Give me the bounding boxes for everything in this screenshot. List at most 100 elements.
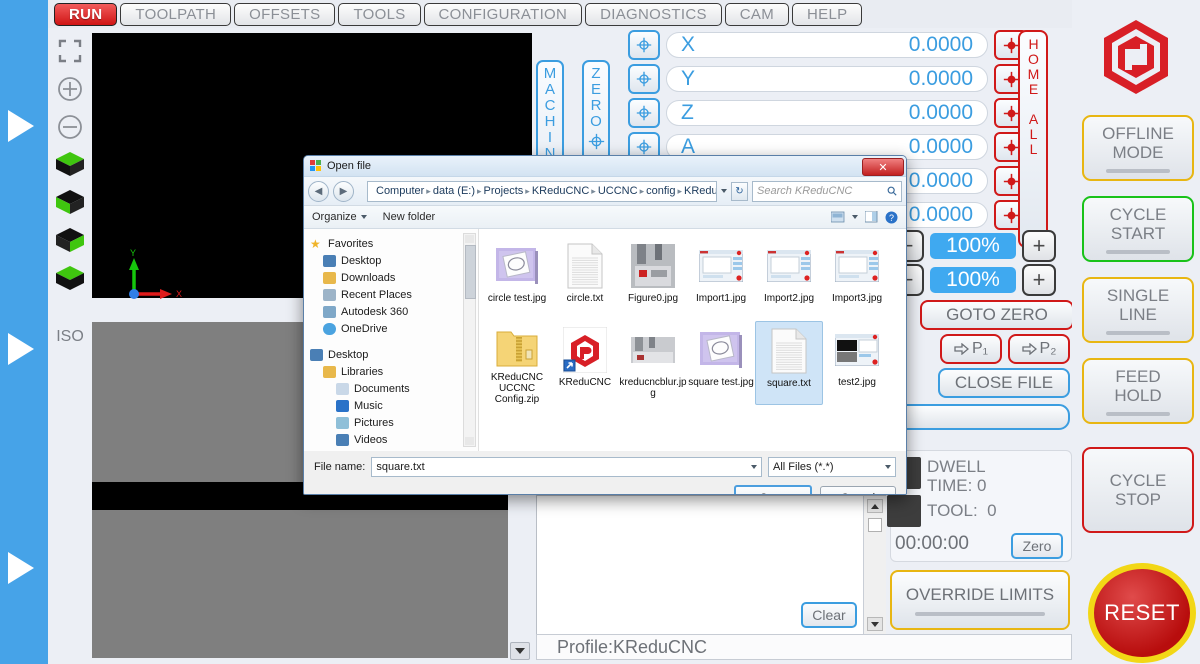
view-front-cube-icon[interactable] bbox=[54, 188, 86, 216]
tree-item-recent-places[interactable]: Recent Places bbox=[310, 286, 478, 303]
tab-help[interactable]: HELP bbox=[792, 2, 863, 26]
organize-menu[interactable]: Organize bbox=[312, 211, 367, 223]
tree-scroll-thumb[interactable] bbox=[465, 245, 476, 299]
view-iso-cube-icon[interactable] bbox=[54, 264, 86, 292]
tree-item-autodesk-360[interactable]: Autodesk 360 bbox=[310, 303, 478, 320]
tree-item-downloads[interactable]: Downloads bbox=[310, 269, 478, 286]
breadcrumb-dropdown-icon[interactable] bbox=[721, 189, 727, 193]
fit-to-screen-icon[interactable] bbox=[57, 38, 83, 64]
cancel-button[interactable]: Cancel bbox=[820, 486, 896, 494]
tab-toolpath[interactable]: TOOLPATH bbox=[120, 2, 232, 26]
override-2-plus[interactable]: + bbox=[1022, 264, 1056, 296]
dro-field-z[interactable]: Z 0.0000 bbox=[666, 100, 988, 126]
view-options-icon[interactable] bbox=[831, 211, 845, 223]
tree-item-videos[interactable]: Videos bbox=[310, 431, 478, 448]
tree-scroll-down[interactable] bbox=[465, 437, 474, 445]
filename-dropdown-icon[interactable] bbox=[751, 465, 757, 469]
file-item[interactable]: Figure0.jpg bbox=[619, 237, 687, 321]
file-item[interactable]: square test.jpg bbox=[687, 321, 755, 405]
help-icon[interactable]: ? bbox=[885, 211, 898, 224]
breadcrumb-item[interactable]: Projects bbox=[482, 185, 526, 197]
tab-configuration[interactable]: CONFIGURATION bbox=[423, 2, 583, 26]
file-item[interactable]: Import1.jpg bbox=[687, 237, 755, 321]
tree-item-pictures[interactable]: Pictures bbox=[310, 414, 478, 431]
view-options-dropdown-icon[interactable] bbox=[852, 215, 858, 219]
breadcrumb-item[interactable]: Computer bbox=[374, 185, 426, 197]
close-file-button[interactable]: CLOSE FILE bbox=[938, 368, 1070, 398]
open-button[interactable]: Open bbox=[734, 485, 812, 494]
file-item[interactable]: Import2.jpg bbox=[755, 237, 823, 321]
scroll-up-button[interactable] bbox=[867, 499, 883, 513]
message-log-panel[interactable]: Clear bbox=[536, 495, 886, 635]
control-button-cycle-stop[interactable]: CYCLE STOP bbox=[1082, 447, 1194, 533]
tree-item-homegroup[interactable]: Homegroup bbox=[310, 448, 478, 451]
message-log-scrollbar[interactable] bbox=[863, 496, 886, 634]
goto-zero-button[interactable]: GOTO ZERO bbox=[920, 300, 1074, 330]
file-item[interactable]: KReduCNC UCCNC Config.zip bbox=[483, 321, 551, 405]
preview-scroll-gutter[interactable] bbox=[508, 482, 532, 664]
home-all-button[interactable]: HOME ALL bbox=[1018, 30, 1048, 248]
view-top-cube-icon[interactable] bbox=[54, 150, 86, 178]
file-item[interactable]: Import3.jpg bbox=[823, 237, 891, 321]
file-list[interactable]: circle test.jpg circle.txt Figure0.jpg Impo… bbox=[479, 229, 906, 451]
breadcrumb-item[interactable]: KReduCNC bbox=[682, 185, 716, 197]
tree-scroll-up[interactable] bbox=[465, 235, 474, 243]
file-type-dropdown-icon[interactable] bbox=[885, 465, 891, 469]
reset-button[interactable]: RESET bbox=[1088, 563, 1196, 663]
tree-item-documents[interactable]: Documents bbox=[310, 380, 478, 397]
filename-input[interactable]: square.txt bbox=[371, 457, 762, 477]
p1-button[interactable]: P₁ bbox=[940, 334, 1002, 364]
zoom-out-icon[interactable] bbox=[56, 113, 84, 141]
file-item[interactable]: kreducncblur.jpg bbox=[619, 321, 687, 405]
rail-arrow-1[interactable] bbox=[8, 110, 34, 142]
scroll-down-button[interactable] bbox=[510, 642, 530, 660]
override-1-value[interactable]: 100% bbox=[930, 233, 1016, 259]
control-button-cycle-start[interactable]: CYCLE START bbox=[1082, 196, 1194, 262]
file-item[interactable]: circle.txt bbox=[551, 237, 619, 321]
file-item[interactable]: square.txt bbox=[755, 321, 823, 405]
control-button-single-line[interactable]: SINGLE LINE bbox=[1082, 277, 1194, 343]
control-button-offline-mode[interactable]: OFFLINE MODE bbox=[1082, 115, 1194, 181]
zero-y-button[interactable] bbox=[628, 64, 660, 94]
tree-item-music[interactable]: Music bbox=[310, 397, 478, 414]
open-file-dialog[interactable]: Open file ✕ ◀ ▶ Computer ▸ data (E:) ▸ Proje… bbox=[303, 155, 907, 495]
preview-pane-icon[interactable] bbox=[865, 211, 878, 223]
file-type-select[interactable]: All Files (*.*) bbox=[768, 457, 896, 477]
zero-z-button[interactable] bbox=[628, 98, 660, 128]
dialog-title-bar[interactable]: Open file ✕ bbox=[304, 156, 906, 177]
forward-arrow-icon[interactable]: ▶ bbox=[333, 180, 354, 202]
clear-messages-button[interactable]: Clear bbox=[801, 602, 857, 628]
breadcrumb-item[interactable]: UCCNC bbox=[596, 185, 640, 197]
override-2-value[interactable]: 100% bbox=[930, 267, 1016, 293]
dialog-close-button[interactable]: ✕ bbox=[862, 158, 904, 176]
tree-item-desktop[interactable]: Desktop bbox=[310, 252, 478, 269]
tab-run[interactable]: RUN bbox=[54, 2, 118, 26]
tree-item-onedrive[interactable]: OneDrive bbox=[310, 320, 478, 337]
view-side-cube-icon[interactable] bbox=[54, 226, 86, 254]
tab-cam[interactable]: CAM bbox=[724, 2, 790, 26]
file-item[interactable]: circle test.jpg bbox=[483, 237, 551, 321]
p2-button[interactable]: P₂ bbox=[1008, 334, 1070, 364]
file-item[interactable]: test2.jpg bbox=[823, 321, 891, 405]
breadcrumb-item[interactable]: config bbox=[644, 185, 677, 197]
tree-item-favorites[interactable]: ★ Favorites bbox=[310, 235, 478, 252]
scroll-down-button[interactable] bbox=[867, 617, 883, 631]
breadcrumb[interactable]: Computer ▸ data (E:) ▸ Projects ▸ KReduCNC ▸ UCC… bbox=[367, 180, 717, 202]
dro-field-x[interactable]: X 0.0000 bbox=[666, 32, 988, 58]
tab-diagnostics[interactable]: DIAGNOSTICS bbox=[585, 2, 722, 26]
breadcrumb-item[interactable]: KReduCNC bbox=[530, 185, 591, 197]
breadcrumb-item[interactable]: data (E:) bbox=[431, 185, 477, 197]
control-button-feed-hold[interactable]: FEED HOLD bbox=[1082, 358, 1194, 424]
search-input[interactable]: Search KReduCNC bbox=[752, 180, 902, 202]
dro-field-y[interactable]: Y 0.0000 bbox=[666, 66, 988, 92]
zoom-in-icon[interactable] bbox=[56, 75, 84, 103]
scroll-thumb[interactable] bbox=[868, 518, 882, 532]
back-arrow-icon[interactable]: ◀ bbox=[308, 180, 329, 202]
tab-offsets[interactable]: OFFSETS bbox=[234, 2, 336, 26]
tree-item-desktop[interactable]: Desktop bbox=[310, 346, 478, 363]
navigation-tree[interactable]: ★ Favorites Desktop Downloads Recent Places A… bbox=[304, 229, 479, 451]
file-item[interactable]: KReduCNC bbox=[551, 321, 619, 405]
override-1-plus[interactable]: + bbox=[1022, 230, 1056, 262]
rail-arrow-2[interactable] bbox=[8, 333, 34, 365]
override-limits-button[interactable]: OVERRIDE LIMITS bbox=[890, 570, 1070, 630]
